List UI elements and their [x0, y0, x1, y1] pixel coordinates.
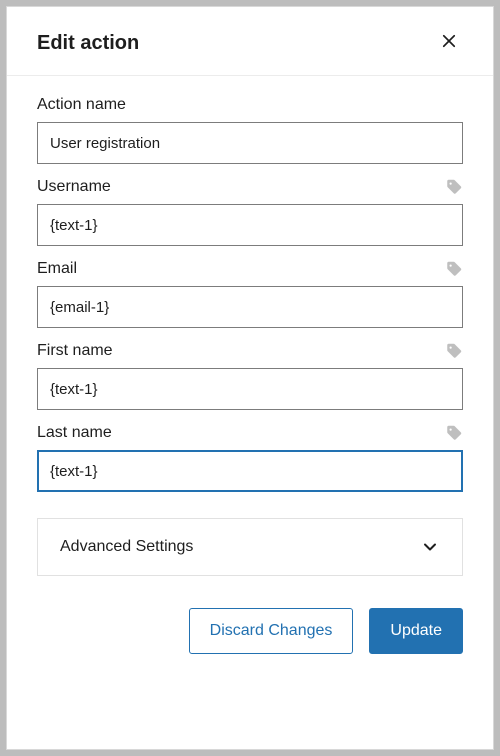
- label-email: Email: [37, 260, 77, 278]
- field-action-name: Action name: [37, 96, 463, 164]
- field-first-name: First name: [37, 342, 463, 410]
- field-last-name: Last name: [37, 424, 463, 492]
- input-first-name[interactable]: [37, 368, 463, 410]
- label-action-name: Action name: [37, 96, 126, 114]
- dialog-title: Edit action: [37, 32, 139, 55]
- tag-icon[interactable]: [445, 342, 463, 360]
- field-username: Username: [37, 178, 463, 246]
- tag-icon[interactable]: [445, 178, 463, 196]
- update-button[interactable]: Update: [369, 608, 463, 654]
- dialog-body: Action name Username Email: [7, 76, 493, 749]
- tag-icon[interactable]: [445, 260, 463, 278]
- advanced-settings-toggle[interactable]: Advanced Settings: [37, 518, 463, 576]
- label-first-name: First name: [37, 342, 113, 360]
- label-username: Username: [37, 178, 111, 196]
- dialog-header: Edit action: [7, 7, 493, 76]
- label-last-name: Last name: [37, 424, 112, 442]
- field-email: Email: [37, 260, 463, 328]
- close-button[interactable]: [435, 29, 463, 57]
- input-action-name[interactable]: [37, 122, 463, 164]
- advanced-settings-label: Advanced Settings: [60, 538, 193, 556]
- close-icon: [440, 32, 458, 55]
- edit-action-dialog: Edit action Action name Username: [6, 6, 494, 750]
- discard-changes-button[interactable]: Discard Changes: [189, 608, 354, 654]
- chevron-down-icon: [420, 537, 440, 557]
- input-username[interactable]: [37, 204, 463, 246]
- input-email[interactable]: [37, 286, 463, 328]
- input-last-name[interactable]: [37, 450, 463, 492]
- tag-icon[interactable]: [445, 424, 463, 442]
- dialog-footer: Discard Changes Update: [37, 608, 463, 654]
